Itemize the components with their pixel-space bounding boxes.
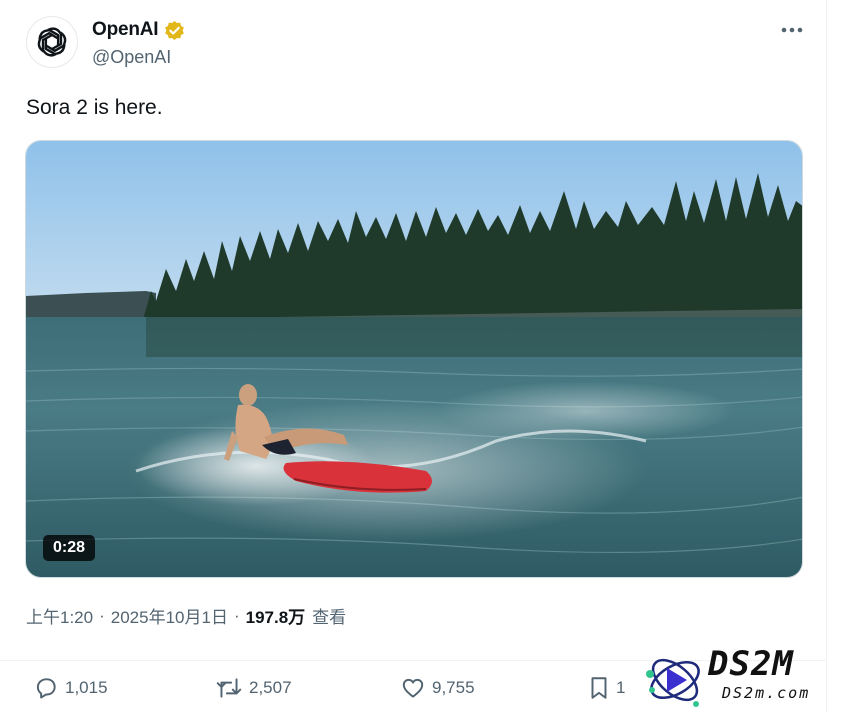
reply-button[interactable]: 1,015: [33, 675, 108, 701]
openai-logo-icon: [37, 27, 67, 57]
watermark: DS2M DS2m.com: [636, 640, 856, 712]
bookmark-icon: [591, 677, 607, 699]
like-button[interactable]: 9,755: [400, 675, 475, 701]
verified-badge-icon[interactable]: [164, 20, 185, 41]
tweet-text: Sora 2 is here.: [26, 96, 163, 119]
tweet-date[interactable]: 2025年10月1日: [111, 603, 228, 628]
watermark-subtext: DS2m.com: [722, 684, 811, 702]
meta-separator: ·: [99, 605, 105, 625]
column-border: [826, 0, 827, 712]
tweet-meta: 上午1:20 · 2025年10月1日 · 197.8万 查看: [26, 603, 346, 628]
views-count: 197.8万: [245, 608, 306, 627]
author-display-name[interactable]: OpenAI: [92, 19, 159, 41]
avatar[interactable]: [26, 16, 78, 68]
video-thumbnail: [26, 141, 802, 577]
reply-icon: [36, 678, 56, 699]
more-horizontal-icon[interactable]: [778, 20, 806, 40]
author-handle[interactable]: @OpenAI: [92, 47, 171, 68]
video-player[interactable]: 0:28: [25, 140, 803, 578]
heart-icon: [402, 678, 424, 698]
tweet-time[interactable]: 上午1:20: [26, 603, 93, 628]
watermark-text: DS2M: [708, 644, 794, 684]
meta-separator: ·: [233, 605, 240, 625]
views-label: 查看: [312, 608, 347, 627]
bookmark-button[interactable]: 1: [588, 675, 625, 701]
watermark-logo-icon: [646, 658, 700, 707]
repost-count: 2,507: [249, 678, 292, 697]
bookmark-count: 1: [616, 678, 626, 697]
video-duration-badge: 0:28: [43, 535, 96, 561]
repost-icon: [216, 678, 242, 698]
reply-count: 1,015: [65, 678, 108, 697]
repost-button[interactable]: 2,507: [215, 675, 292, 701]
like-count: 9,755: [432, 678, 475, 697]
